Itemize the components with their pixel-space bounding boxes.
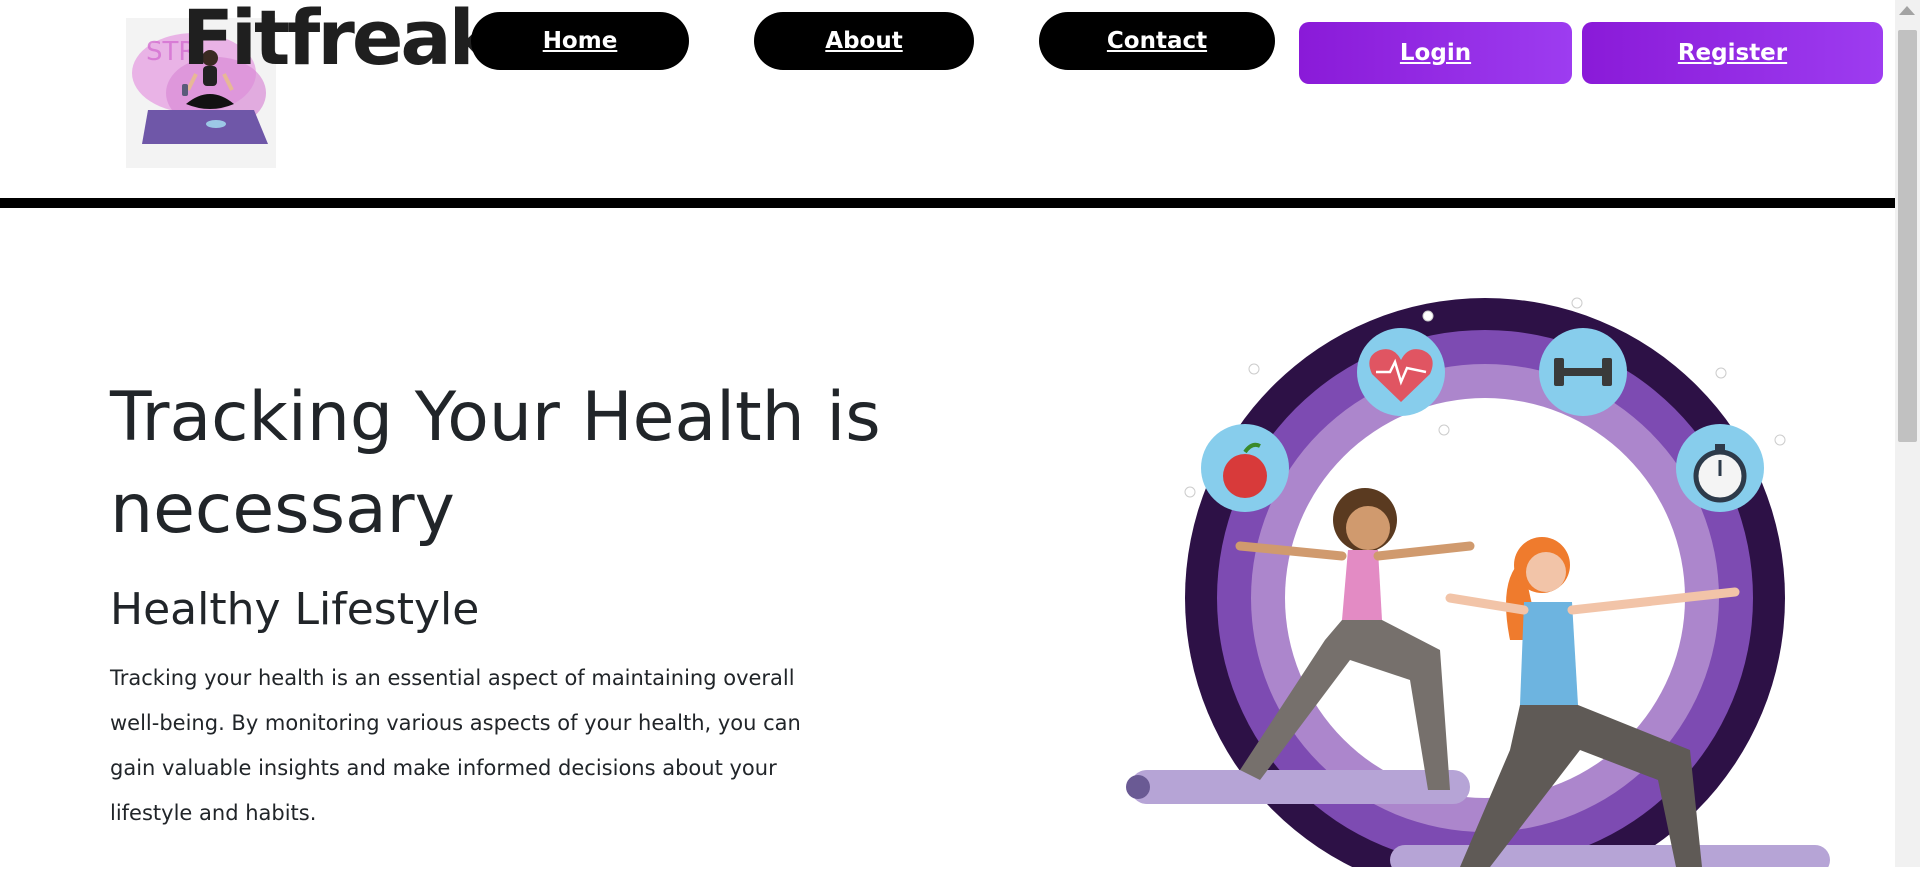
scrollbar-thumb[interactable] [1898, 30, 1917, 442]
header-divider [0, 198, 1895, 208]
nav-contact-link[interactable]: Contact [1039, 12, 1275, 70]
heartbeat-icon [1357, 328, 1445, 416]
brand-title: Fitfreak [182, 0, 499, 82]
hero-title: Tracking Your Health is necessary [110, 378, 881, 549]
hero-description: Tracking your health is an essential asp… [110, 666, 801, 825]
register-button[interactable]: Register [1582, 22, 1883, 84]
dumbbell-icon [1539, 328, 1627, 416]
scroll-up-icon[interactable] [1899, 6, 1915, 15]
nav-about-link[interactable]: About [754, 12, 974, 70]
apple-icon [1201, 424, 1289, 512]
hero-subtitle: Healthy Lifestyle [110, 584, 480, 635]
fitness-illustration [1110, 280, 1850, 871]
stopwatch-icon [1676, 424, 1764, 512]
login-button[interactable]: Login [1299, 22, 1572, 84]
nav-home-link[interactable]: Home [471, 12, 689, 70]
